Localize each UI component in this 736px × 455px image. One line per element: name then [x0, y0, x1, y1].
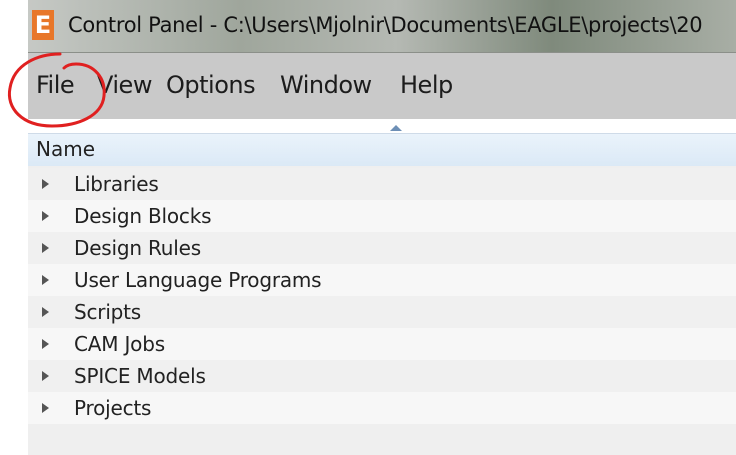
- expand-arrow-icon[interactable]: [42, 179, 49, 189]
- menu-bar: File View Options Window Help: [28, 53, 736, 119]
- eagle-app-icon: E: [32, 10, 54, 40]
- expand-arrow-icon[interactable]: [42, 275, 49, 285]
- expand-arrow-icon[interactable]: [42, 403, 49, 413]
- tree-item-projects[interactable]: Projects: [28, 392, 736, 424]
- tree-item-libraries[interactable]: Libraries: [28, 168, 736, 200]
- tree-item-label: User Language Programs: [74, 268, 322, 292]
- menu-file[interactable]: File: [36, 71, 75, 99]
- sort-ascending-icon: [390, 125, 402, 131]
- tree-item-spice-models[interactable]: SPICE Models: [28, 360, 736, 392]
- tree-item-label: CAM Jobs: [74, 332, 165, 356]
- expand-arrow-icon[interactable]: [42, 339, 49, 349]
- tree-header: Name: [28, 119, 736, 166]
- tree-item-cam-jobs[interactable]: CAM Jobs: [28, 328, 736, 360]
- menu-options[interactable]: Options: [166, 71, 256, 99]
- name-column-header[interactable]: Name: [28, 133, 736, 166]
- window-title: Control Panel - C:\Users\Mjolnir\Documen…: [68, 13, 703, 37]
- tree-item-label: Design Blocks: [74, 204, 212, 228]
- tree-item-scripts[interactable]: Scripts: [28, 296, 736, 328]
- title-bar[interactable]: E Control Panel - C:\Users\Mjolnir\Docum…: [28, 0, 736, 53]
- expand-arrow-icon[interactable]: [42, 243, 49, 253]
- menu-help[interactable]: Help: [400, 71, 453, 99]
- menu-window[interactable]: Window: [280, 71, 372, 99]
- tree-item-user-language-programs[interactable]: User Language Programs: [28, 264, 736, 296]
- tree-item-label: Libraries: [74, 172, 159, 196]
- tree-list: Libraries Design Blocks Design Rules Use…: [28, 168, 736, 424]
- tree-item-label: Scripts: [74, 300, 142, 324]
- tree-item-label: SPICE Models: [74, 364, 206, 388]
- name-column-label: Name: [36, 137, 96, 161]
- tree-item-label: Design Rules: [74, 236, 201, 260]
- expand-arrow-icon[interactable]: [42, 371, 49, 381]
- menu-view[interactable]: View: [97, 71, 152, 99]
- control-panel-window: E Control Panel - C:\Users\Mjolnir\Docum…: [28, 0, 736, 455]
- tree-item-design-blocks[interactable]: Design Blocks: [28, 200, 736, 232]
- tree-item-design-rules[interactable]: Design Rules: [28, 232, 736, 264]
- expand-arrow-icon[interactable]: [42, 307, 49, 317]
- expand-arrow-icon[interactable]: [42, 211, 49, 221]
- tree-item-label: Projects: [74, 396, 152, 420]
